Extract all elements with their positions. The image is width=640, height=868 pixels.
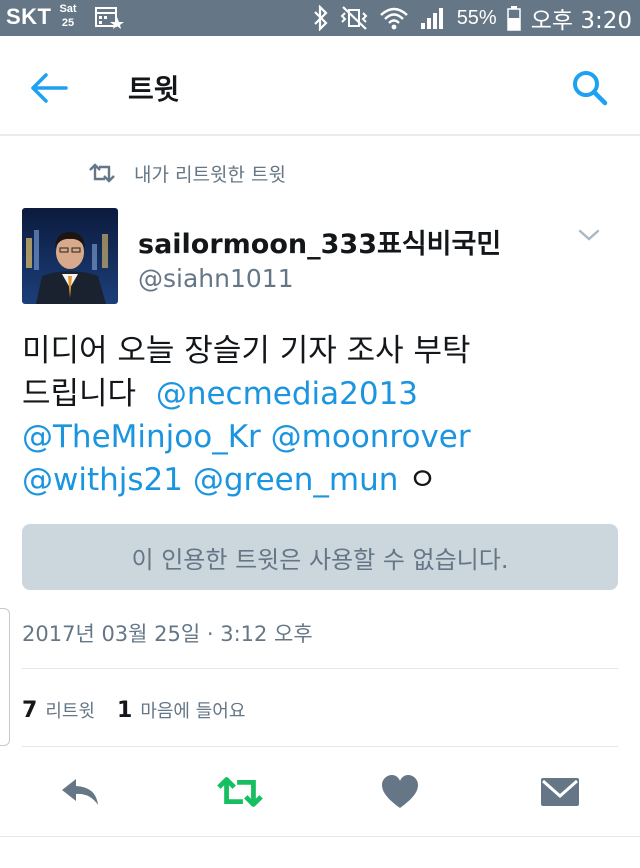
day-label: Sat: [59, 3, 77, 15]
reply-icon: [62, 779, 98, 805]
status-icons: 55% 오후 3:20: [313, 0, 632, 36]
tweet-text-line-2: 드립니다 @necmedia2013: [22, 373, 622, 416]
battery-icon: [506, 6, 521, 31]
carrier-label: SKT: [6, 4, 52, 29]
author-username[interactable]: @siahn1011: [138, 264, 294, 293]
page-title: 트윗: [128, 73, 180, 106]
mention-link[interactable]: @TheMinjoo_Kr: [22, 419, 261, 455]
app-bar: 트윗: [0, 36, 640, 136]
mention-link[interactable]: @necmedia2013: [156, 376, 418, 412]
tweet-stats: 7 리트윗 1 마음에 들어요: [22, 697, 245, 723]
heart-icon: [382, 775, 418, 808]
tweet-text-line-4: @withjs21 @green_mun ㅇ: [22, 459, 622, 502]
envelope-icon: [541, 778, 579, 806]
tweet-text-line-1: 미디어 오늘 장슬기 기자 조사 부탁: [22, 333, 471, 369]
divider: [22, 668, 618, 669]
like-count[interactable]: 1: [117, 698, 132, 723]
signal-icon: [420, 8, 443, 29]
edge-panel-handle[interactable]: [0, 608, 10, 746]
like-count-label[interactable]: 마음에 들어요: [140, 697, 245, 723]
calendar-date: Sat 25: [56, 2, 80, 30]
avatar[interactable]: [22, 208, 118, 304]
retweet-context: 내가 리트윗한 트윗: [88, 158, 286, 188]
like-button[interactable]: [376, 772, 424, 812]
status-bar: SKT Sat 25 55% 오후 3:20: [0, 0, 640, 36]
mention-link[interactable]: @withjs21: [22, 462, 183, 498]
clock: 오후 3:20: [530, 8, 632, 34]
direct-message-button[interactable]: [536, 772, 584, 812]
search-icon[interactable]: [568, 66, 612, 110]
retweet-icon: [89, 163, 115, 183]
arrow-left-icon[interactable]: [28, 68, 72, 108]
wifi-icon: [379, 7, 408, 30]
retweet-button[interactable]: [216, 772, 264, 812]
author-display-name[interactable]: sailormoon_333표식비국민: [138, 222, 501, 261]
tweet-timestamp: 2017년 03월 25일 · 3:12 오후: [22, 622, 313, 646]
divider: [0, 836, 640, 837]
tweet-action-bar: [0, 764, 640, 820]
reply-button[interactable]: [56, 772, 104, 812]
mention-link[interactable]: @moonrover: [271, 419, 471, 455]
quoted-tweet-message: 이 인용한 트윗은 사용할 수 없습니다.: [131, 545, 509, 574]
tweet-text-plain: 드립니다: [22, 376, 137, 412]
retweet-count-label[interactable]: 리트윗: [45, 697, 95, 723]
mention-link[interactable]: @green_mun: [193, 462, 399, 498]
retweet-context-label: 내가 리트윗한 트윗: [134, 163, 286, 186]
quoted-tweet-unavailable: 이 인용한 트윗은 사용할 수 없습니다.: [22, 524, 618, 590]
tweet-text: 미디어 오늘 장슬기 기자 조사 부탁 드립니다 @necmedia2013 @…: [22, 330, 622, 502]
calendar-notification-icon: [95, 7, 124, 29]
divider: [22, 746, 618, 747]
tweet-text-trailing: ㅇ: [408, 462, 437, 498]
chevron-down-icon[interactable]: [574, 224, 604, 246]
tweet-text-line-3: @TheMinjoo_Kr @moonrover: [22, 416, 622, 459]
vibrate-mute-icon: [340, 6, 368, 30]
retweet-icon: [217, 777, 263, 807]
retweet-count[interactable]: 7: [22, 698, 37, 723]
battery-percent: 55%: [456, 6, 497, 29]
bluetooth-icon: [313, 5, 328, 31]
date-label: 25: [61, 17, 75, 29]
avatar-image: [22, 208, 118, 304]
